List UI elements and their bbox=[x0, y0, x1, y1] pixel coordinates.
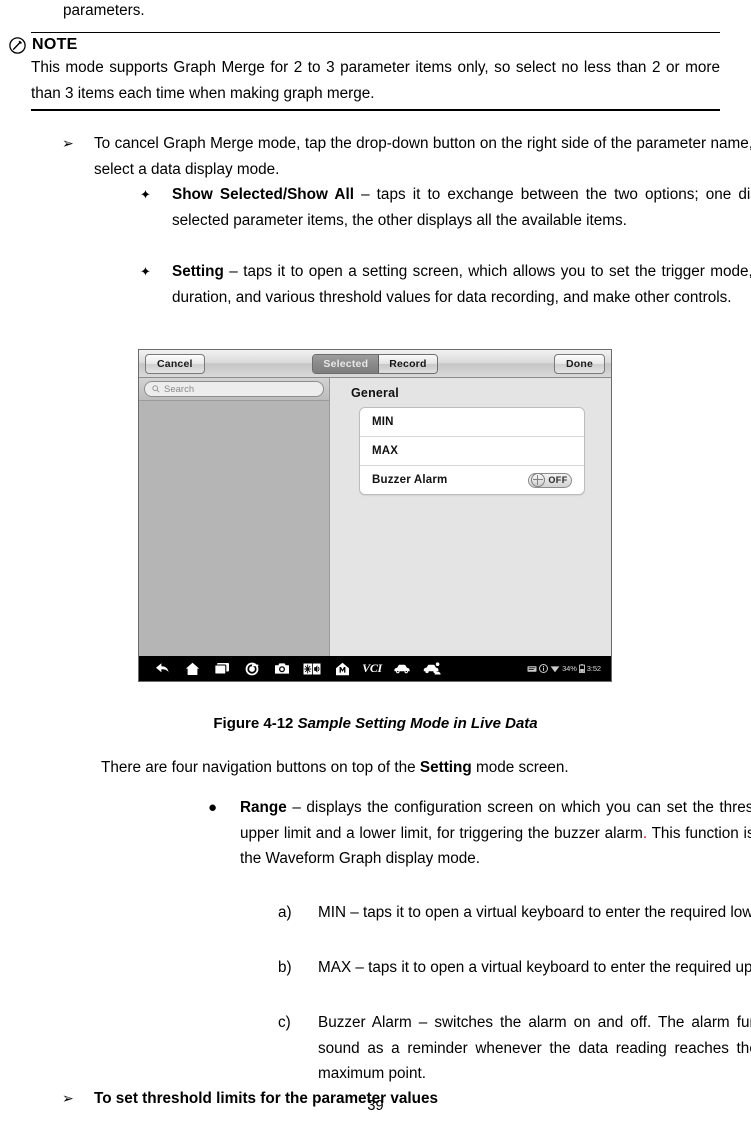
buzzer-alarm-toggle[interactable]: OFF bbox=[528, 472, 572, 488]
note-callout: NOTE This mode supports Graph Merge for … bbox=[9, 32, 720, 112]
settings-row-min[interactable]: MIN bbox=[360, 408, 584, 437]
parameter-list-empty[interactable] bbox=[139, 401, 329, 656]
segmented-group: Selected Record bbox=[312, 353, 438, 374]
chrome-browser-icon[interactable] bbox=[237, 658, 267, 680]
bullet-setting-lead: Setting bbox=[172, 263, 224, 280]
toggle-knob-icon bbox=[531, 473, 545, 487]
settings-row-max[interactable]: MAX bbox=[360, 437, 584, 466]
round-bullet-marker: ● bbox=[208, 799, 218, 816]
list-marker-c: c) bbox=[278, 1014, 291, 1031]
maxi-home-icon[interactable] bbox=[327, 658, 357, 680]
search-input[interactable]: Search bbox=[144, 381, 324, 397]
list-item-min-text: MIN – taps it to open a virtual keyboard… bbox=[318, 904, 751, 921]
wifi-icon bbox=[550, 665, 560, 673]
search-icon bbox=[152, 385, 160, 393]
back-arrow-icon[interactable] bbox=[147, 658, 177, 680]
note-body: This mode supports Graph Merge for 2 to … bbox=[31, 59, 720, 102]
list-item-buzzer-alarm: c) Buzzer Alarm – switches the alarm on … bbox=[278, 1010, 751, 1087]
diamond-bullet-marker: ✦ bbox=[140, 187, 151, 202]
buzzer-alarm-toggle-state: OFF bbox=[548, 475, 568, 485]
settings-group-title: General bbox=[351, 386, 399, 400]
document-page: parameters. NOTE This mode supports Grap… bbox=[0, 0, 751, 1123]
tablet-body: Search General MIN MAX Buzzer Alarm OFF bbox=[139, 378, 611, 656]
bullet-range-lead: Range bbox=[240, 799, 287, 816]
home-icon[interactable] bbox=[177, 658, 207, 680]
nav-buttons-bold: Setting bbox=[419, 759, 472, 776]
bullet-cancel-graph-merge-text: To cancel Graph Merge mode, tap the drop… bbox=[94, 135, 751, 178]
clock-text: 3:52 bbox=[586, 664, 601, 673]
tablet-toolbar: Cancel Selected Record Done bbox=[139, 350, 611, 378]
figure-caption: Figure 4-12 Sample Setting Mode in Live … bbox=[0, 715, 751, 732]
tab-selected[interactable]: Selected bbox=[313, 354, 380, 373]
bullet-cancel-graph-merge: ➢ To cancel Graph Merge mode, tap the dr… bbox=[62, 131, 751, 182]
page-number: 39 bbox=[367, 1098, 384, 1114]
list-marker-b: b) bbox=[278, 959, 292, 976]
nav-buttons-paragraph: There are four navigation buttons on top… bbox=[101, 755, 720, 781]
bullet-range: ● Range – displays the configuration scr… bbox=[202, 795, 751, 872]
list-item-max: b) MAX – taps it to open a virtual keybo… bbox=[278, 955, 751, 981]
list-item-max-text: MAX – taps it to open a virtual keyboard… bbox=[318, 959, 751, 976]
nav-buttons-text-a: There are four navigation buttons on top… bbox=[101, 759, 420, 776]
settings-card: MIN MAX Buzzer Alarm OFF bbox=[359, 407, 585, 495]
list-item-buzzer-alarm-text: Buzzer Alarm – switches the alarm on and… bbox=[318, 1014, 751, 1083]
note-bottom-rule bbox=[31, 109, 720, 112]
camera-icon[interactable] bbox=[267, 658, 297, 680]
tablet-navigation-bar: VCI 34% 3:52 bbox=[139, 656, 611, 681]
vci-label: VCI bbox=[362, 661, 382, 675]
diamond-bullet-marker: ✦ bbox=[140, 264, 151, 279]
search-row: Search bbox=[139, 378, 329, 401]
search-placeholder: Search bbox=[164, 383, 195, 395]
recent-apps-icon[interactable] bbox=[207, 658, 237, 680]
list-item-min: a) MIN – taps it to open a virtual keybo… bbox=[278, 900, 751, 926]
bullet-setting-rest: – taps it to open a setting screen, whic… bbox=[172, 263, 751, 306]
nav-buttons-text-b: mode screen. bbox=[471, 759, 569, 776]
bullet-setting: ✦ Setting – taps it to open a setting sc… bbox=[140, 259, 751, 310]
settings-row-buzzer-alarm-label: Buzzer Alarm bbox=[372, 474, 448, 486]
message-icon bbox=[527, 665, 537, 673]
parameter-list-panel: Search bbox=[139, 378, 330, 656]
figure-caption-prefix: Figure 4-12 bbox=[213, 715, 298, 732]
battery-icon bbox=[578, 664, 585, 673]
settings-row-max-label: MAX bbox=[372, 445, 399, 457]
figure-caption-title: Sample Setting Mode in Live Data bbox=[297, 715, 538, 732]
figure-tablet-screenshot: Cancel Selected Record Done Search Gener… bbox=[138, 349, 612, 682]
settings-panel: General MIN MAX Buzzer Alarm OFF bbox=[330, 378, 611, 656]
battery-percent: 34% bbox=[562, 664, 577, 673]
note-header: NOTE bbox=[9, 36, 720, 54]
tablet-screen: Cancel Selected Record Done Search Gener… bbox=[138, 349, 612, 682]
note-title: NOTE bbox=[32, 36, 78, 53]
status-area: 34% 3:52 bbox=[527, 664, 603, 673]
arrow-bullet-marker: ➢ bbox=[62, 135, 74, 151]
mode-segmented-control: Selected Record bbox=[139, 353, 611, 374]
pencil-circle-icon bbox=[9, 36, 26, 54]
vehicle-service-icon[interactable] bbox=[417, 658, 447, 680]
bullet-show-selected: ✦ Show Selected/Show All – taps it to ex… bbox=[140, 182, 751, 233]
display-sound-icon[interactable] bbox=[297, 658, 327, 680]
list-marker-a: a) bbox=[278, 904, 292, 921]
continued-paragraph: parameters. bbox=[63, 2, 145, 19]
settings-row-min-label: MIN bbox=[372, 416, 394, 428]
info-icon bbox=[539, 664, 549, 673]
bullet-show-selected-lead: Show Selected/Show All bbox=[172, 186, 354, 203]
settings-row-buzzer-alarm[interactable]: Buzzer Alarm OFF bbox=[360, 466, 584, 494]
vehicle-icon[interactable] bbox=[387, 658, 417, 680]
note-top-rule bbox=[31, 32, 720, 33]
tab-record[interactable]: Record bbox=[379, 354, 437, 373]
vci-icon[interactable]: VCI bbox=[357, 658, 387, 680]
